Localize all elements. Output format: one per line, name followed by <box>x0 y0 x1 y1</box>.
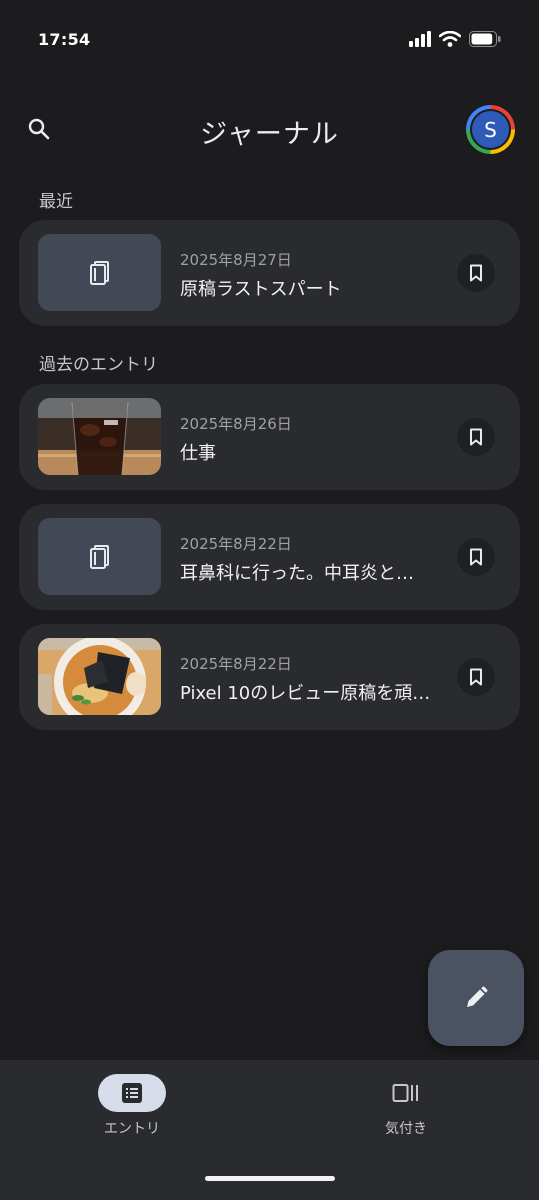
section-label-recent: 最近 <box>39 192 73 212</box>
status-bar: 17:54 <box>0 0 539 80</box>
entry-date: 2025年8月27日 <box>180 251 292 269</box>
entry-thumbnail <box>38 398 161 475</box>
entries-list-icon <box>122 1083 142 1103</box>
nav-pill <box>372 1074 440 1112</box>
section-label-past: 過去のエントリ <box>39 355 158 375</box>
wifi-icon <box>439 31 461 47</box>
bookmark-icon <box>470 668 482 686</box>
avatar-initial: S <box>470 109 511 150</box>
account-avatar-button[interactable]: S <box>466 105 515 154</box>
insights-icon <box>392 1084 418 1102</box>
journal-placeholder-icon <box>89 544 109 569</box>
entry-card[interactable]: 2025年8月26日 仕事 <box>19 384 520 490</box>
bookmark-button[interactable] <box>457 418 495 456</box>
battery-icon <box>469 31 501 47</box>
entry-date: 2025年8月22日 <box>180 655 292 673</box>
bookmark-button[interactable] <box>457 538 495 576</box>
status-time: 17:54 <box>38 30 91 49</box>
entry-thumbnail <box>38 638 161 715</box>
entry-card[interactable]: 2025年8月22日 耳鼻科に行った。中耳炎と… <box>19 504 520 610</box>
journal-placeholder-icon <box>89 260 109 285</box>
page-title: ジャーナル <box>200 119 339 150</box>
pencil-icon <box>467 986 488 1007</box>
bookmark-button[interactable] <box>457 254 495 292</box>
bookmark-icon <box>470 428 482 446</box>
entry-date: 2025年8月22日 <box>180 535 292 553</box>
nav-pill-active <box>98 1074 166 1112</box>
entry-title: Pixel 10のレビュー原稿を頑… <box>180 683 431 704</box>
entry-card[interactable]: 2025年8月22日 Pixel 10のレビュー原稿を頑… <box>19 624 520 730</box>
entry-title: 原稿ラストスパート <box>180 279 342 300</box>
home-indicator[interactable] <box>205 1176 335 1181</box>
nav-label-entries: エントリ <box>104 1121 160 1137</box>
app-header: ジャーナル S <box>0 100 539 160</box>
bookmark-button[interactable] <box>457 658 495 696</box>
signal-icon <box>409 31 431 47</box>
new-entry-button[interactable] <box>428 950 524 1046</box>
entry-title: 仕事 <box>180 443 216 464</box>
nav-tab-insights[interactable]: 気付き <box>331 1074 481 1138</box>
entry-thumbnail <box>38 518 161 595</box>
ramen-photo <box>38 638 161 715</box>
entry-card[interactable]: 2025年8月27日 原稿ラストスパート <box>19 220 520 326</box>
entry-date: 2025年8月26日 <box>180 415 292 433</box>
entry-title: 耳鼻科に行った。中耳炎と… <box>180 563 414 584</box>
bookmark-icon <box>470 548 482 566</box>
nav-label-insights: 気付き <box>385 1121 427 1137</box>
entry-thumbnail <box>38 234 161 311</box>
iced-coffee-photo <box>38 398 161 475</box>
status-icons <box>409 31 501 47</box>
nav-tab-entries[interactable]: エントリ <box>57 1074 207 1138</box>
bookmark-icon <box>470 264 482 282</box>
